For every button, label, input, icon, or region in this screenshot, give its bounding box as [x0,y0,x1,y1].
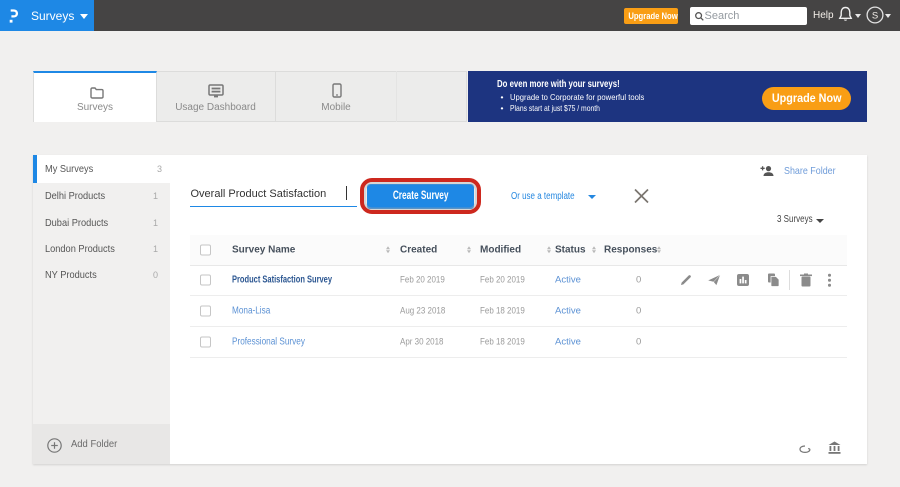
svg-text:S: S [871,11,877,22]
